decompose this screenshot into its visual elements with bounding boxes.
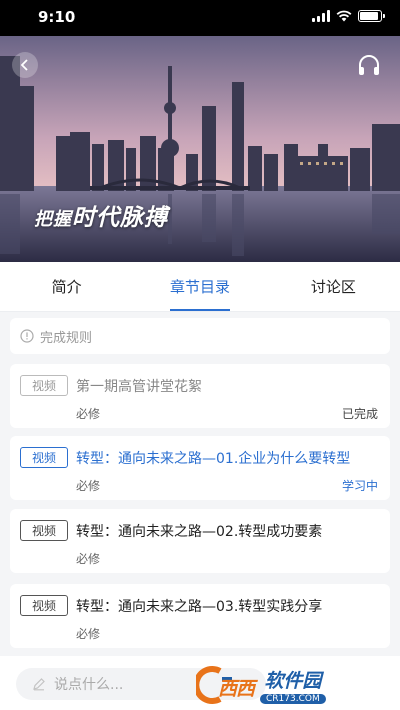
watermark-site: 软件园 (264, 670, 322, 692)
completion-rules-label: 完成规则 (40, 330, 93, 346)
tab-bar: 简介 章节目录 讨论区 (0, 262, 400, 312)
pencil-icon (33, 678, 45, 691)
watermark-logo: 西西 (193, 665, 258, 705)
headphones-icon (359, 55, 379, 75)
course-banner: 把握时代脉搏 (0, 36, 400, 262)
banner-slogan: 把握时代脉搏 (34, 198, 168, 232)
signal-icon (312, 10, 330, 22)
lesson-title: 转型：通向未来之路—01.企业为什么要转型 (76, 451, 351, 467)
banner-slogan-part2: 时代脉搏 (72, 204, 168, 231)
comment-placeholder: 说点什么... (54, 677, 124, 693)
watermark-text: 软件园 CR173.COM (260, 666, 326, 704)
lesson-status: 学习中 (341, 479, 378, 493)
tab-discussion[interactable]: 讨论区 (267, 262, 400, 311)
lesson-item[interactable]: 视频 转型：通向未来之路—03.转型实践分享 必修 (10, 584, 390, 648)
tab-chapters[interactable]: 章节目录 (133, 262, 266, 311)
lesson-item[interactable]: 视频 转型：通向未来之路—02.转型成功要素 必修 (10, 509, 390, 573)
lesson-status: 已完成 (341, 407, 378, 421)
chevron-left-icon (20, 59, 28, 71)
watermark-url: CR173.COM (260, 694, 326, 704)
lesson-item[interactable]: 视频 第一期高管讲堂花絮 必修 已完成 (10, 364, 390, 428)
lesson-title: 第一期高管讲堂花絮 (76, 379, 202, 395)
lesson-title: 转型：通向未来之路—02.转型成功要素 (76, 524, 323, 540)
lesson-type-tag: 视频 (20, 447, 68, 468)
completion-rules[interactable]: 完成规则 (10, 318, 390, 354)
lesson-requirement: 必修 (76, 479, 101, 493)
banner-slogan-part1: 把握 (34, 209, 72, 230)
lesson-requirement: 必修 (76, 407, 101, 421)
tab-intro[interactable]: 简介 (0, 262, 133, 311)
lesson-item[interactable]: 视频 转型：通向未来之路—01.企业为什么要转型 必修 学习中 (10, 436, 390, 500)
audio-button[interactable] (356, 52, 382, 78)
lesson-type-tag: 视频 (20, 520, 68, 541)
lesson-type-tag: 视频 (20, 595, 68, 616)
lesson-requirement: 必修 (76, 552, 101, 566)
status-icons (312, 10, 385, 22)
lesson-title: 转型：通向未来之路—03.转型实践分享 (76, 599, 323, 615)
status-bar: 9:10 (0, 0, 400, 36)
lesson-requirement: 必修 (76, 627, 101, 641)
lesson-type-tag: 视频 (20, 375, 68, 396)
watermark-name: 西西 (218, 678, 255, 700)
status-time: 9:10 (38, 8, 76, 26)
site-watermark: 西西 软件园 CR173.COM (193, 664, 384, 706)
battery-icon (358, 10, 385, 22)
info-icon (20, 329, 34, 343)
back-button[interactable] (12, 52, 38, 78)
wifi-icon (336, 10, 352, 22)
